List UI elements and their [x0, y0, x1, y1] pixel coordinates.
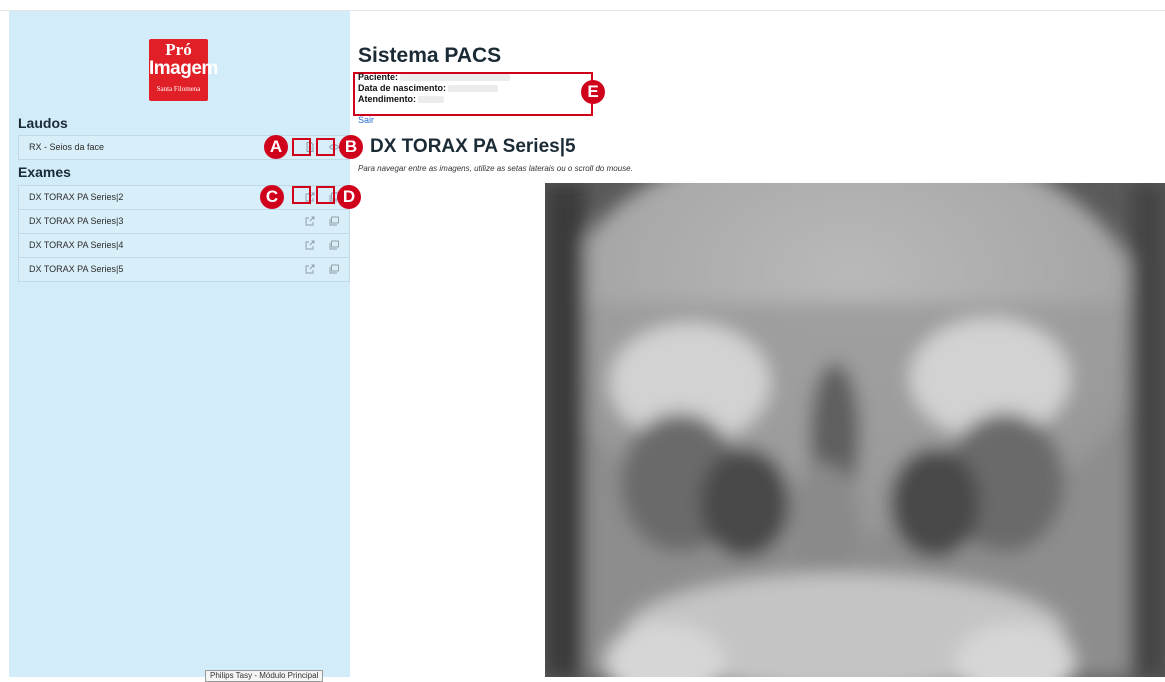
annotation-box-d	[316, 186, 335, 204]
pro-imagem-logo: Pró Imagem Santa Filomena	[149, 39, 218, 101]
patient-visit-label: Atendimento:	[358, 94, 416, 104]
exam-item[interactable]: DX TORAX PA Series|5	[18, 258, 350, 282]
series-title: DX TORAX PA Series|5	[370, 136, 576, 157]
external-link-icon[interactable]	[304, 239, 316, 251]
laudo-item-label: RX - Seios da face	[29, 142, 105, 152]
sidebar: Pró Imagem Santa Filomena Laudos RX - Se…	[9, 11, 350, 677]
patient-name-label: Paciente:	[358, 72, 399, 82]
annotation-badge-c: C	[260, 185, 284, 209]
logo-line-2: Imagem	[149, 58, 218, 79]
patient-birth-label: Data de nascimento:	[358, 83, 447, 93]
laudos-heading: Laudos	[18, 115, 68, 131]
external-link-icon[interactable]	[304, 263, 316, 275]
navigation-hint: Para navegar entre as imagens, utilize a…	[358, 164, 633, 173]
images-icon[interactable]	[328, 215, 340, 227]
logo-line-1: Pró	[165, 40, 192, 59]
taskbar-tooltip: Philips Tasy - Módulo Principal	[205, 670, 324, 682]
annotation-badge-d: D	[337, 185, 361, 209]
xray-image	[545, 183, 1165, 677]
annotation-box-b	[316, 138, 335, 156]
logo-line-3: Santa Filomena	[156, 85, 201, 93]
exam-item-label: DX TORAX PA Series|2	[29, 192, 124, 202]
external-link-icon[interactable]	[304, 215, 316, 227]
exam-item-label: DX TORAX PA Series|3	[29, 216, 124, 226]
redacted-value	[448, 85, 499, 92]
exames-heading: Exames	[18, 164, 71, 180]
annotation-badge-a: A	[264, 135, 288, 159]
annotation-badge-e: E	[581, 80, 605, 104]
annotation-box-c	[292, 186, 311, 204]
xray-image-viewer[interactable]	[545, 183, 1165, 677]
redacted-value	[400, 74, 511, 81]
exam-item[interactable]: DX TORAX PA Series|4	[18, 234, 350, 258]
annotation-badge-b: B	[339, 135, 363, 159]
logout-link[interactable]: Sair	[358, 115, 374, 125]
patient-info: Paciente: Data de nascimento: Atendiment…	[358, 72, 511, 105]
exam-item-label: DX TORAX PA Series|5	[29, 264, 124, 274]
exam-item-label: DX TORAX PA Series|4	[29, 240, 124, 250]
exam-item[interactable]: DX TORAX PA Series|3	[18, 210, 350, 234]
images-icon[interactable]	[328, 263, 340, 275]
annotation-box-a	[292, 138, 311, 156]
images-icon[interactable]	[328, 239, 340, 251]
redacted-value	[418, 96, 444, 103]
page-title: Sistema PACS	[358, 44, 502, 67]
